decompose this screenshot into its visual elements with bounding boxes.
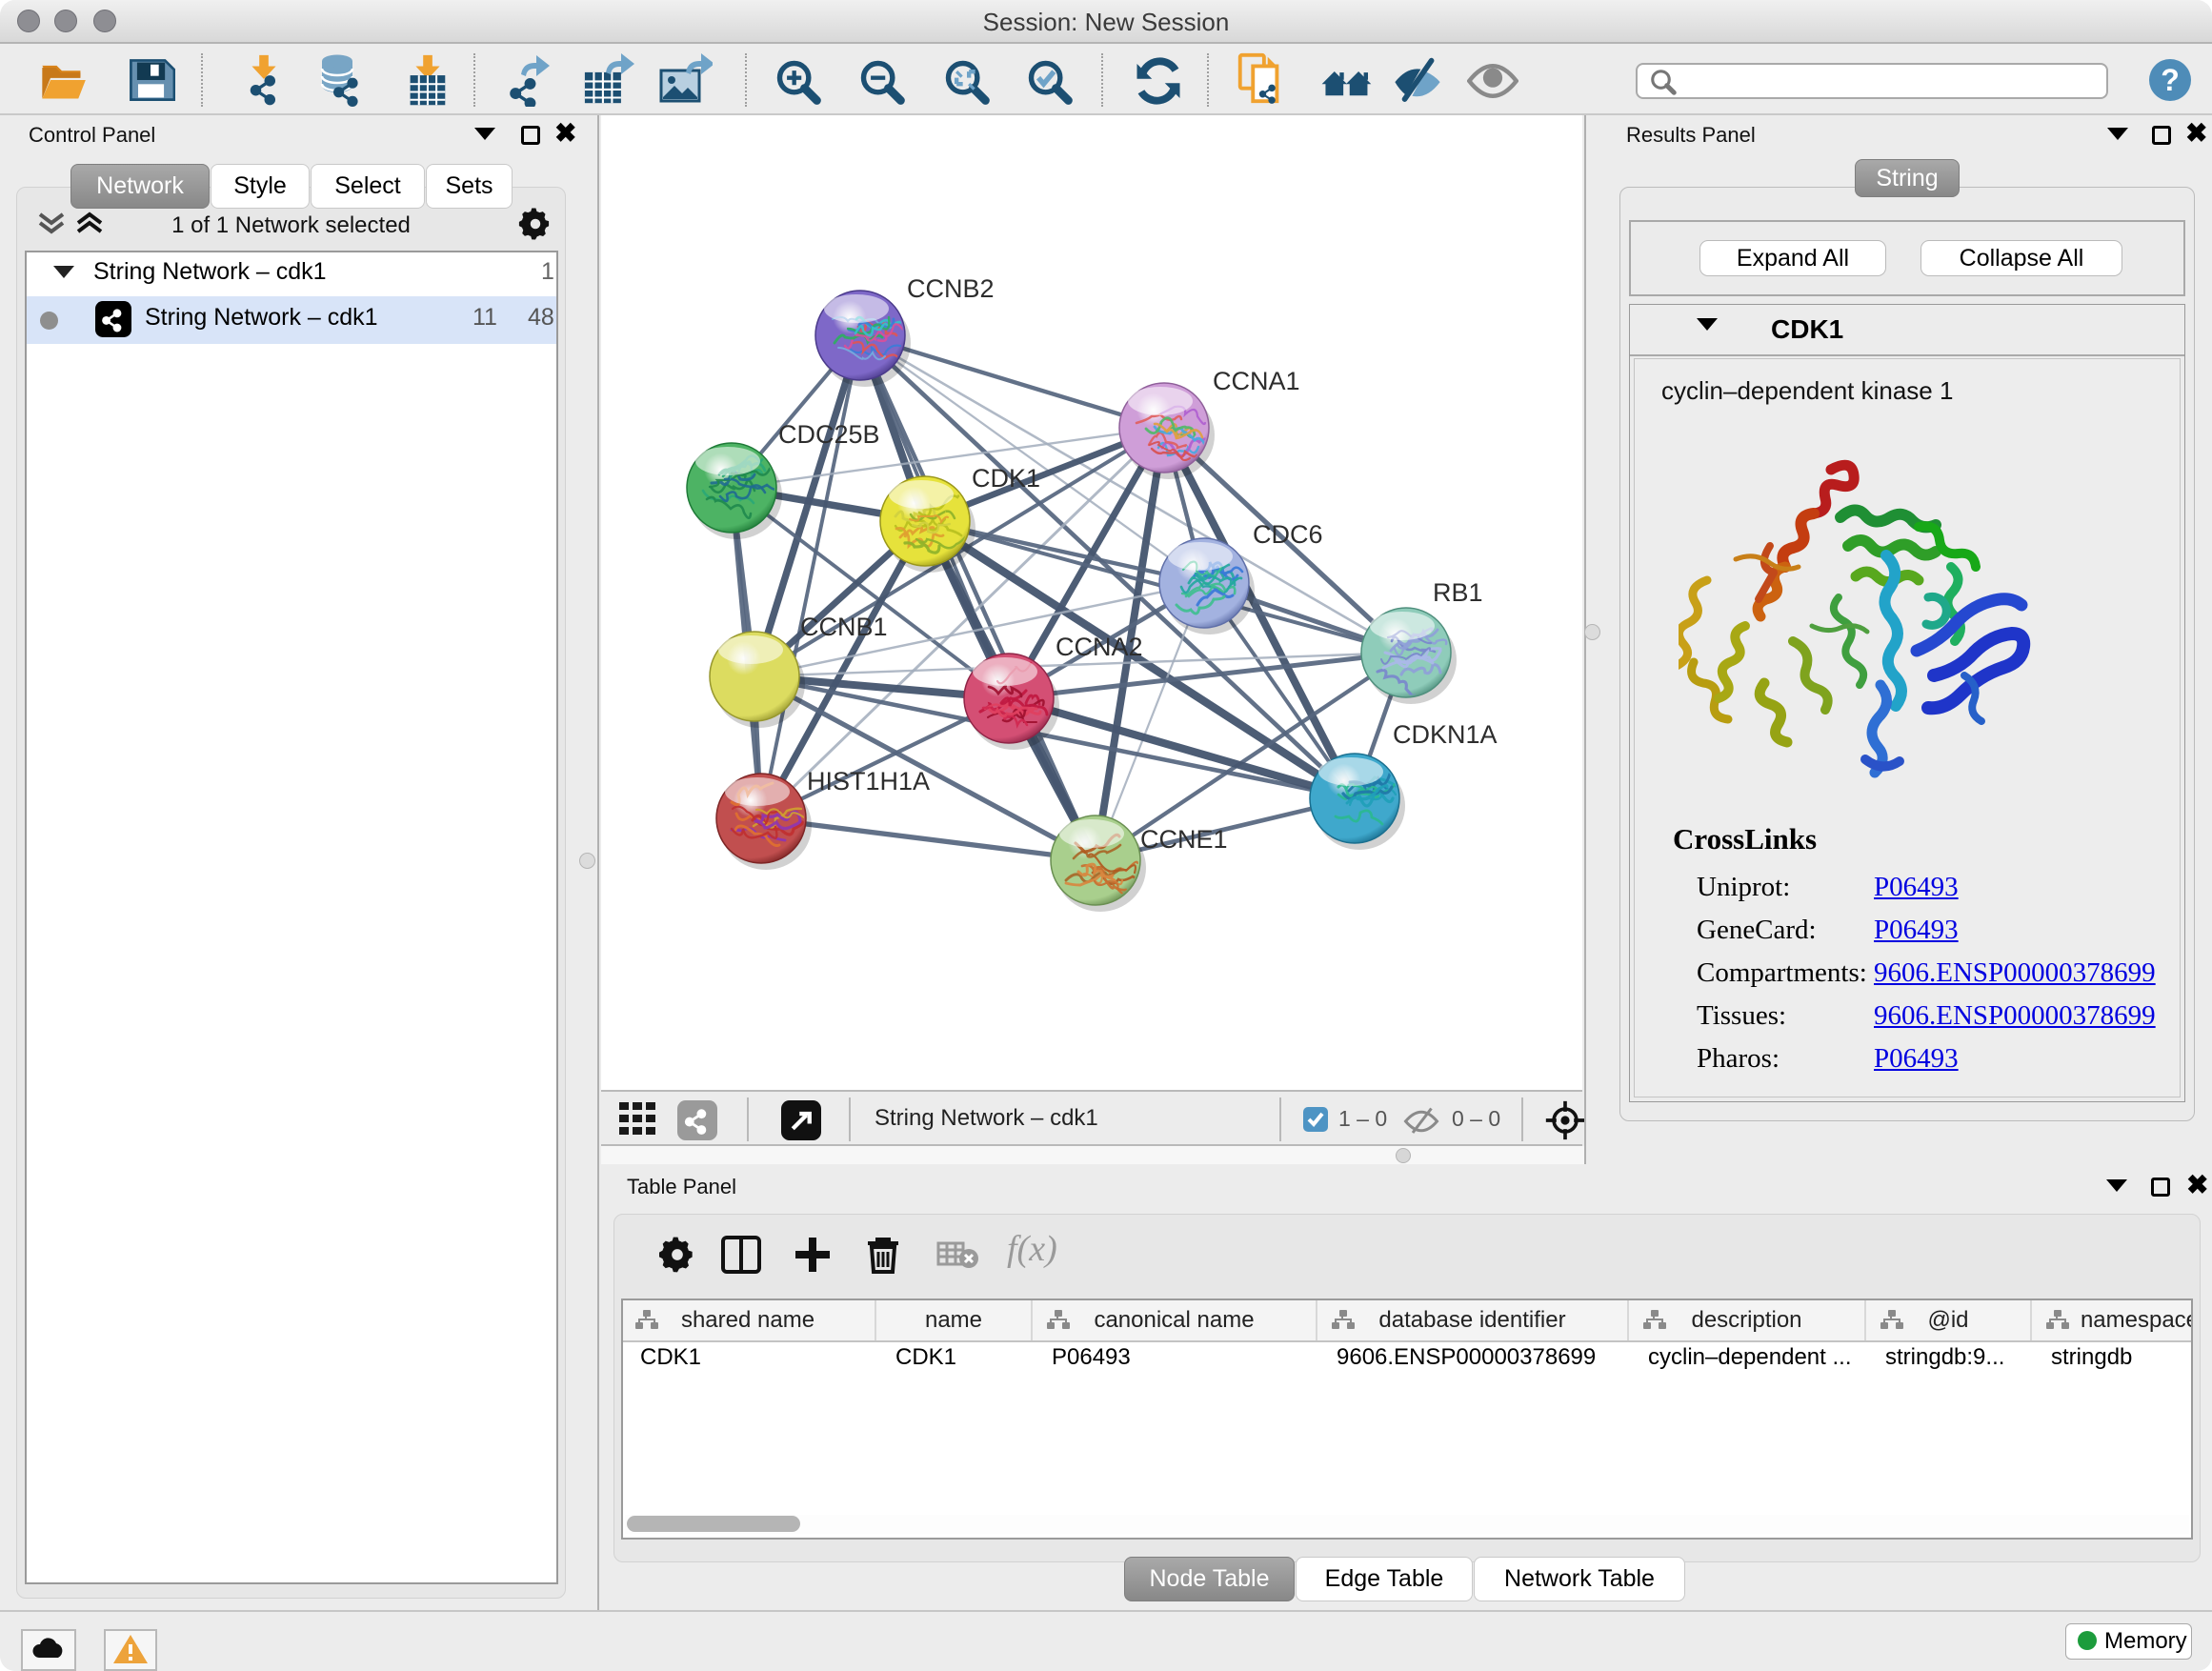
svg-text:CDC25B: CDC25B [778, 420, 880, 449]
svg-text:CCNA2: CCNA2 [1056, 633, 1143, 661]
svg-text:CCNB1: CCNB1 [800, 613, 888, 641]
svg-text:CCNE1: CCNE1 [1140, 825, 1228, 854]
svg-text:CDKN1A: CDKN1A [1393, 720, 1498, 749]
svg-text:CCNB2: CCNB2 [907, 274, 995, 303]
svg-text:CDC6: CDC6 [1253, 520, 1323, 549]
svg-text:CDK1: CDK1 [972, 464, 1040, 493]
svg-text:RB1: RB1 [1433, 578, 1483, 607]
svg-text:CCNA1: CCNA1 [1213, 367, 1300, 395]
svg-text:HIST1H1A: HIST1H1A [807, 767, 930, 795]
